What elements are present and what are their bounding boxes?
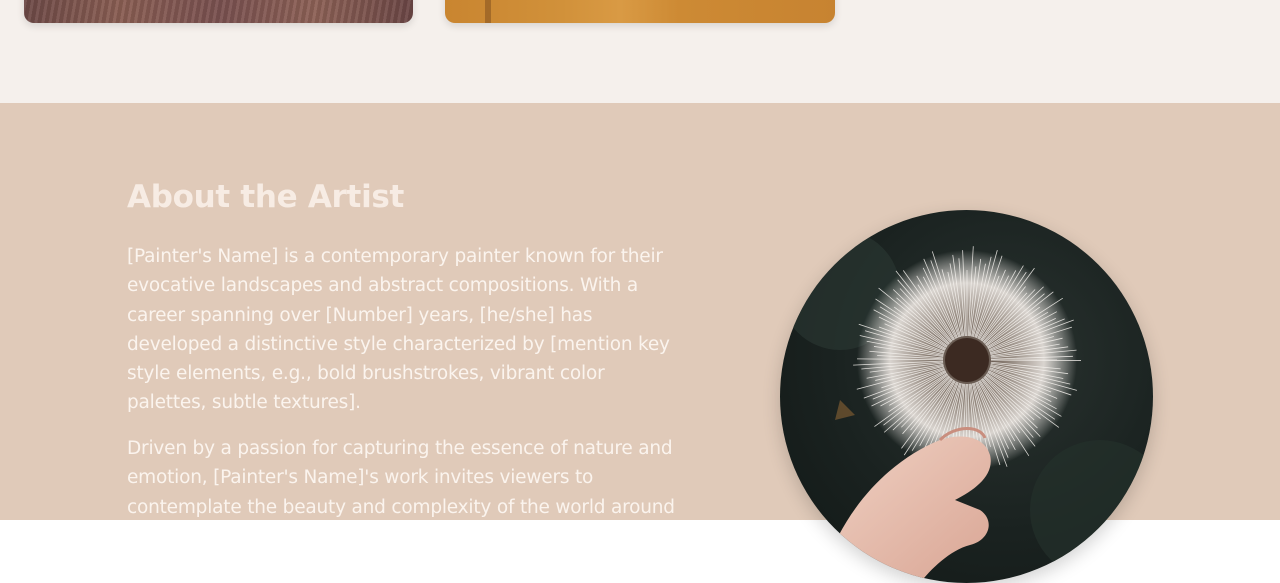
- gallery-artwork-card[interactable]: [445, 0, 835, 23]
- gallery-artwork-card[interactable]: [24, 0, 413, 23]
- about-paragraph: Driven by a passion for capturing the es…: [127, 434, 687, 522]
- artist-portrait-image: [780, 210, 1153, 583]
- about-title: About the Artist: [127, 179, 404, 215]
- about-paragraph: [Painter's Name] is a contemporary paint…: [127, 242, 687, 418]
- gallery-section: [0, 0, 1280, 103]
- about-section: About the Artist [Painter's Name] is a c…: [0, 103, 1280, 520]
- dandelion-illustration: [780, 210, 1153, 583]
